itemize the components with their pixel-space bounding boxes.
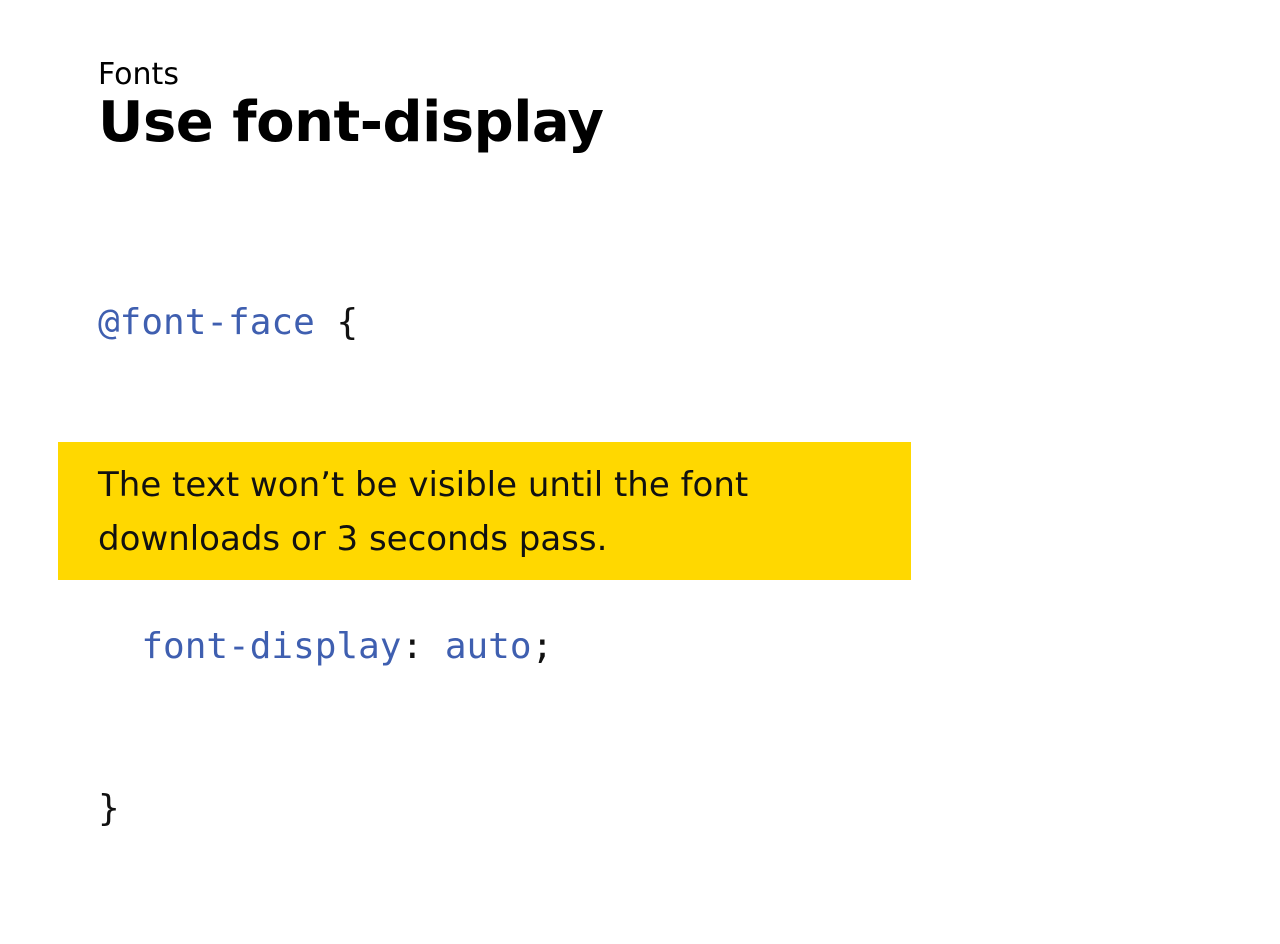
slide-subtitle: Fonts: [98, 57, 179, 92]
code-line-4: }: [98, 782, 553, 836]
callout-text: The text won’t be visible until the font…: [98, 465, 749, 559]
callout-box: The text won’t be visible until the font…: [58, 442, 911, 580]
code-brace-close: }: [98, 788, 120, 829]
code-colon: :: [401, 626, 445, 667]
code-line-3: font-display: auto;: [98, 620, 553, 674]
code-semicolon: ;: [531, 626, 554, 667]
code-at-rule: @font-face: [98, 302, 315, 343]
slide-title: Use font-display: [98, 90, 604, 155]
code-property-font-display: font-display: [141, 626, 402, 667]
code-brace-open: {: [336, 302, 359, 343]
code-line-1: @font-face {: [98, 296, 553, 350]
code-value-font-display: auto: [444, 626, 532, 667]
